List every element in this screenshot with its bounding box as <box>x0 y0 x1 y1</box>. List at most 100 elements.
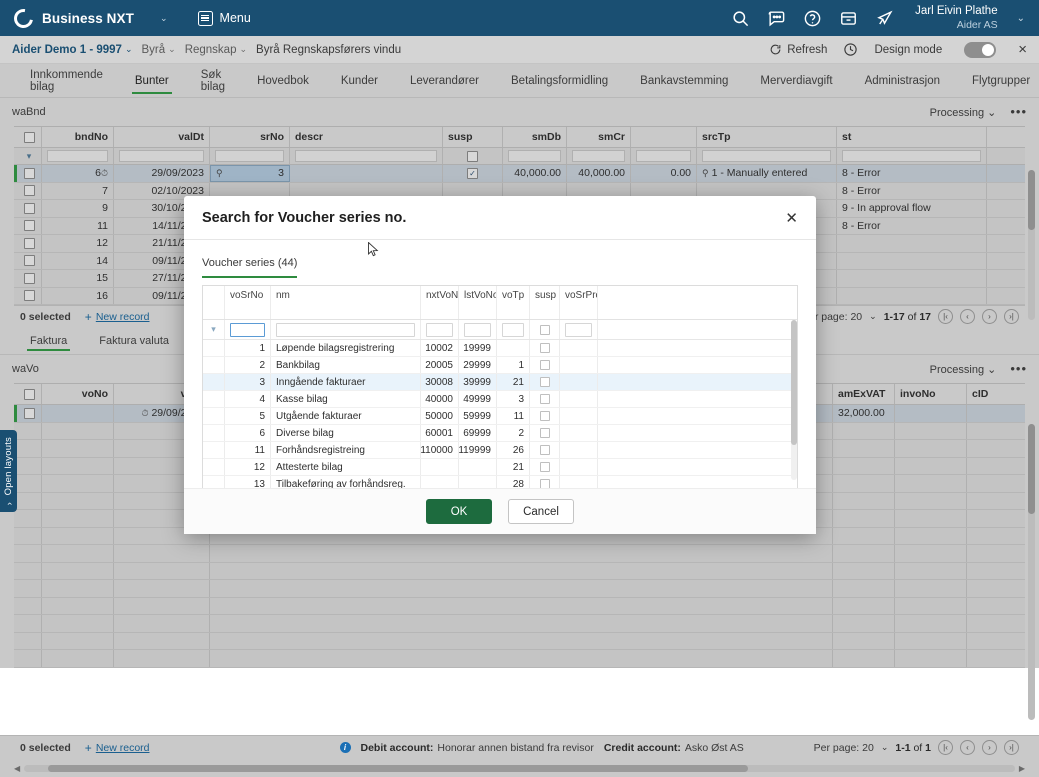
table-row-empty[interactable] <box>14 615 1025 633</box>
tab-leverandorer[interactable]: Leverandører <box>394 64 495 97</box>
chevron-down-icon[interactable]: ⌄ <box>881 742 889 753</box>
cell-susp[interactable] <box>530 442 560 458</box>
bottom-first-page-button[interactable]: |‹ <box>938 740 953 755</box>
col-blank[interactable] <box>631 127 697 147</box>
filter-input-srno[interactable] <box>215 150 284 162</box>
search-icon[interactable] <box>731 9 750 28</box>
col-descr[interactable]: descr <box>290 127 443 147</box>
processing-dropdown[interactable]: Processing ⌄ <box>930 106 997 119</box>
cell-susp[interactable] <box>530 476 560 488</box>
scroll-thumb[interactable] <box>48 765 748 772</box>
col-susp[interactable]: susp <box>443 127 503 147</box>
filter-input-st[interactable] <box>842 150 981 162</box>
filter-icon[interactable]: ▾ <box>27 151 32 162</box>
voucher-series-row[interactable]: 11Forhåndsregistreing11000011999926 <box>203 442 797 459</box>
bottom-new-record-button[interactable]: +New record <box>85 741 150 755</box>
filter-input-nm[interactable] <box>276 323 415 337</box>
tab-flytgrupper[interactable]: Flytgrupper <box>956 64 1039 97</box>
col-srno[interactable]: srNo <box>210 127 290 147</box>
row-checkbox[interactable] <box>24 220 35 231</box>
cell-susp[interactable] <box>530 425 560 441</box>
col-susp[interactable]: susp <box>530 286 560 319</box>
voucher-series-row[interactable]: 2Bankbilag20005299991 <box>203 357 797 374</box>
close-icon[interactable]: ✕ <box>785 209 798 227</box>
voucher-series-row[interactable]: 3Inngående fakturaer300083999921 <box>203 374 797 391</box>
tab-kunder[interactable]: Kunder <box>325 64 394 97</box>
col-smcr[interactable]: smCr <box>567 127 631 147</box>
cancel-button[interactable]: Cancel <box>508 499 574 524</box>
filter-input-lstvono[interactable] <box>464 323 491 337</box>
chevron-down-icon[interactable]: ⌄ <box>125 44 133 55</box>
col-vono[interactable]: voNo <box>42 384 114 404</box>
chevron-down-icon[interactable]: ⌄ <box>160 13 168 24</box>
panel-wavo-more-button[interactable]: ••• <box>1010 365 1027 373</box>
tab-bankavstemming[interactable]: Bankavstemming <box>624 64 744 97</box>
row-checkbox[interactable] <box>24 255 35 266</box>
ok-button[interactable]: OK <box>426 499 492 524</box>
breadcrumb-item-regnskap[interactable]: Regnskap <box>185 44 237 56</box>
menu-button[interactable]: Menu <box>198 11 251 26</box>
row-checkbox[interactable] <box>24 168 35 179</box>
tab-hovedbok[interactable]: Hovedbok <box>241 64 325 97</box>
chevron-down-icon[interactable]: ⌄ <box>869 311 877 322</box>
wabnd-new-record-button[interactable]: +New record <box>85 310 150 324</box>
wavo-vertical-scrollbar[interactable] <box>1028 424 1035 720</box>
dialog-vertical-scrollbar[interactable] <box>791 320 797 480</box>
chevron-down-icon[interactable]: ⌄ <box>239 44 247 55</box>
cell-susp[interactable] <box>530 340 560 356</box>
tab-voucher-series[interactable]: Voucher series (44) <box>202 257 297 278</box>
row-checkbox[interactable] <box>24 290 35 301</box>
chat-icon[interactable] <box>767 9 786 28</box>
wabnd-first-page-button[interactable]: |‹ <box>938 309 953 324</box>
panel-wabnd-more-button[interactable]: ••• <box>1010 108 1027 116</box>
table-row-empty[interactable] <box>14 633 1025 651</box>
filter-input-nxtvono[interactable] <box>426 323 453 337</box>
filter-input-bndno[interactable] <box>47 150 108 162</box>
col-srctp[interactable]: srcTp <box>697 127 837 147</box>
filter-input-votp[interactable] <box>502 323 524 337</box>
filter-checkbox-susp[interactable] <box>540 325 550 335</box>
tab-merverdiavgift[interactable]: Merverdiavgift <box>744 64 848 97</box>
col-nm[interactable]: nm <box>271 286 421 319</box>
filter-input-vosrproc[interactable] <box>565 323 592 337</box>
voucher-series-row[interactable]: 5Utgående fakturaer500005999911 <box>203 408 797 425</box>
tab-betalingsformidling[interactable]: Betalingsformidling <box>495 64 624 97</box>
chevron-down-icon[interactable]: ⌄ <box>168 44 176 55</box>
filter-input-valdt[interactable] <box>119 150 204 162</box>
history-icon[interactable] <box>843 42 858 57</box>
refresh-button[interactable]: Refresh <box>769 43 827 56</box>
col-bndno[interactable]: bndNo <box>42 127 114 147</box>
scroll-track[interactable] <box>24 765 1015 772</box>
chevron-down-icon[interactable]: ⌄ <box>1017 13 1025 24</box>
bottom-next-page-button[interactable]: › <box>982 740 997 755</box>
row-checkbox[interactable] <box>24 273 35 284</box>
voucher-series-row[interactable]: 6Diverse bilag60001699992 <box>203 425 797 442</box>
bottom-last-page-button[interactable]: ›| <box>1004 740 1019 755</box>
filter-input-blank[interactable] <box>636 150 691 162</box>
col-st[interactable]: st <box>837 127 987 147</box>
col-nxtvono[interactable]: nxtVoNo <box>421 286 459 319</box>
filter-icon[interactable]: ▾ <box>211 324 216 335</box>
col-cid[interactable]: cID <box>967 384 1025 404</box>
filter-input-smdb[interactable] <box>508 150 561 162</box>
announce-icon[interactable] <box>875 9 894 28</box>
table-row-empty[interactable] <box>14 545 1025 563</box>
cell-susp[interactable]: ✓ <box>443 165 503 182</box>
select-all-checkbox[interactable] <box>24 132 35 143</box>
tab-innkommende-bilag[interactable]: Innkommende bilag <box>14 64 119 97</box>
wabnd-last-page-button[interactable]: ›| <box>1004 309 1019 324</box>
wabnd-prev-page-button[interactable]: ‹ <box>960 309 975 324</box>
voucher-series-row[interactable]: 4Kasse bilag40000499993 <box>203 391 797 408</box>
help-icon[interactable] <box>803 9 822 28</box>
filter-checkbox-susp[interactable] <box>467 151 478 162</box>
breadcrumb-item-byra[interactable]: Byrå <box>141 44 165 56</box>
table-row[interactable]: 6 ⏱29/09/2023⚲3✓40,000.0040,000.000.00⚲1… <box>14 165 1025 183</box>
bottom-prev-page-button[interactable]: ‹ <box>960 740 975 755</box>
filter-input-vosrno[interactable] <box>230 323 265 337</box>
voucher-series-row[interactable]: 12Attesterte bilag21 <box>203 459 797 476</box>
tab-sok-bilag[interactable]: Søk bilag <box>185 64 241 97</box>
cell-susp[interactable] <box>530 459 560 475</box>
cell-susp[interactable] <box>530 391 560 407</box>
search-icon[interactable]: ⚲ <box>216 168 223 179</box>
table-row-empty[interactable] <box>14 650 1025 668</box>
